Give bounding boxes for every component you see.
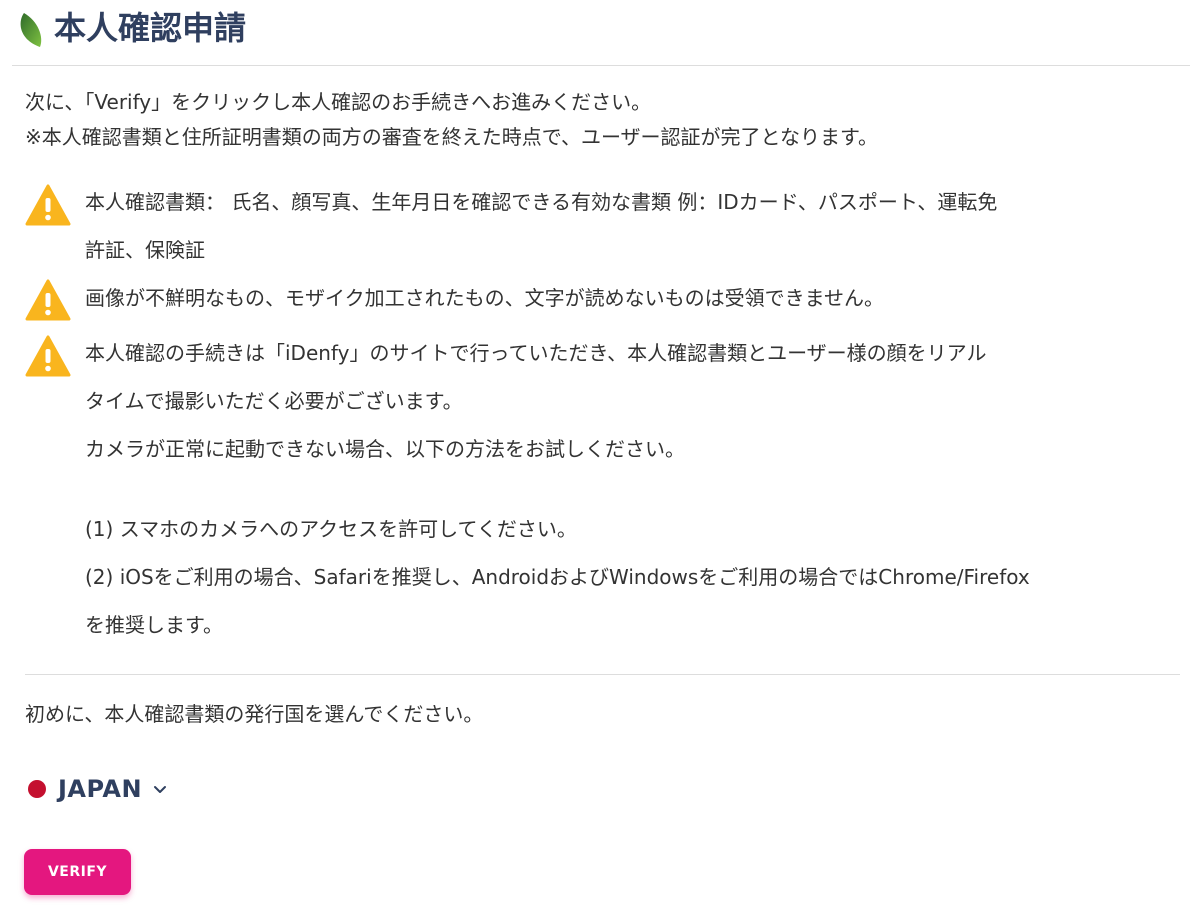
warning-line: 本人確認の手続きは「iDenfy」のサイトで行っていただき、本人確認書類とユーザ… — [85, 341, 987, 365]
intro-line-2: ※本人確認書類と住所証明書類の両方の審査を終えた時点で、ユーザー認証が完了となり… — [25, 125, 878, 149]
warning-text: 画像が不鮮明なもの、モザイク加工されたもの、文字が読めないものは受領できません。 — [85, 274, 1165, 322]
warning-triangle-icon — [25, 335, 71, 377]
warning-line: カメラが正常に起動できない場合、以下の方法をお試しください。 — [85, 437, 685, 461]
warning-triangle-icon — [25, 279, 71, 321]
section-divider — [25, 674, 1180, 675]
leaf-icon — [20, 13, 42, 47]
country-select[interactable]: JAPAN — [28, 772, 168, 806]
page-header: 本人確認申請 — [12, 0, 1190, 66]
warning-line: 画像が不鮮明なもの、モザイク加工されたもの、文字が読めないものは受領できません。 — [85, 286, 884, 310]
selected-country: JAPAN — [58, 775, 143, 803]
warning-line: 許証、保険証 — [85, 238, 205, 262]
warning-triangle-icon — [25, 184, 71, 226]
page-title: 本人確認申請 — [54, 9, 247, 47]
intro-text: 次に、「Verify」をクリックし本人確認のお手続きへお進みください。 ※本人確… — [25, 85, 1185, 155]
country-instruction: 初めに、本人確認書類の発行国を選んでください。 — [25, 702, 484, 726]
warning-text: 本人確認書類： 氏名、顔写真、生年月日を確認できる有効な書類 例：IDカード、パ… — [85, 178, 1165, 274]
warning-line: 本人確認書類： 氏名、顔写真、生年月日を確認できる有効な書類 例：IDカード、パ… — [85, 190, 998, 214]
warning-line: (1) スマホのカメラへのアクセスを許可してください。 — [85, 517, 577, 541]
warning-line: (2) iOSをご利用の場合、Safariを推奨し、AndroidおよびWind… — [85, 565, 1030, 589]
warning-spacer — [85, 473, 1165, 505]
warning-line: タイムで撮影いただく必要がございます。 — [85, 389, 463, 413]
intro-line-1: 次に、「Verify」をクリックし本人確認のお手続きへお進みください。 — [25, 90, 652, 114]
japan-flag-icon — [28, 780, 46, 798]
warning-line: を推奨します。 — [85, 613, 223, 637]
chevron-down-icon — [154, 786, 167, 793]
verify-button[interactable]: VERIFY — [24, 849, 131, 895]
warning-text: 本人確認の手続きは「iDenfy」のサイトで行っていただき、本人確認書類とユーザ… — [85, 329, 1165, 649]
